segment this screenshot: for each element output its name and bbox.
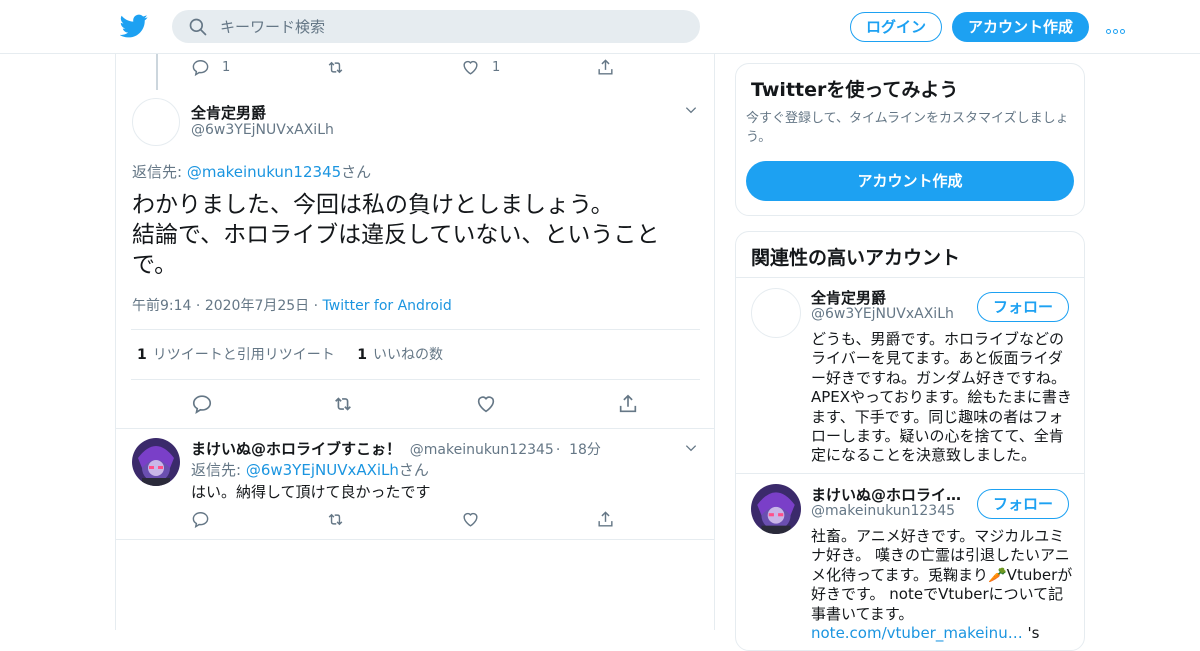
tweet-author-avatar[interactable] xyxy=(132,98,180,146)
account-name[interactable]: 全肯定男爵 xyxy=(811,287,971,308)
divider xyxy=(116,428,714,429)
reply-to-suffix: さん xyxy=(341,163,372,181)
reply-count: 1 xyxy=(222,60,231,75)
retweet-stat[interactable]: 1 リツイートと引用リツイート xyxy=(137,347,335,363)
tweet-date[interactable]: 2020年7月25日 xyxy=(205,298,309,314)
divider xyxy=(736,473,1084,474)
tweet-metadata: 午前9:14 · 2020年7月25日 · Twitter for Androi… xyxy=(132,298,452,314)
related-accounts-card: 関連性の高いアカウント 全肯定男爵 @6w3YEjNUVxAXiLh フォロー … xyxy=(735,231,1085,651)
account-name[interactable]: まけいぬ@ホロライブすこぉ！ xyxy=(811,484,971,505)
related-accounts-title: 関連性の高いアカウント xyxy=(751,247,961,269)
reply-author-handle[interactable]: @makeinukun12345 xyxy=(410,442,554,458)
tweet-source-link[interactable]: Twitter for Android xyxy=(323,298,452,314)
share-icon xyxy=(598,511,613,527)
reply-to-line: 返信先: @makeinukun12345さん xyxy=(132,161,371,182)
tweet-column: 1 1 全肯定男爵 @6w3YEjNUVxAXiLh 返信先: @makeinu… xyxy=(115,54,715,630)
heart-icon xyxy=(463,60,478,75)
retweet-button[interactable] xyxy=(326,510,345,529)
reply-to-line: 返信先: @6w3YEjNUVxAXiLhさん xyxy=(191,459,429,480)
reply-icon xyxy=(192,60,209,77)
retweet-icon xyxy=(328,513,343,526)
reply-header: まけいぬ@ホロライブすこぉ！ @makeinukun12345 · 18分 xyxy=(191,440,601,458)
signup-button[interactable]: アカウント作成 xyxy=(952,12,1089,42)
twitter-logo-icon[interactable] xyxy=(120,12,148,40)
tweet-author-handle[interactable]: @6w3YEjNUVxAXiLh xyxy=(191,122,334,138)
account-handle[interactable]: @6w3YEjNUVxAXiLh xyxy=(811,306,954,322)
more-options-icon[interactable] xyxy=(1106,19,1130,34)
like-button[interactable]: 1 xyxy=(461,58,500,77)
share-icon xyxy=(598,59,613,75)
divider xyxy=(131,329,700,330)
divider xyxy=(116,539,714,540)
reply-age[interactable]: 18分 xyxy=(569,442,601,458)
top-nav-bar: ログイン アカウント作成 xyxy=(0,0,1200,54)
reply-button[interactable]: 1 xyxy=(191,58,230,77)
signup-card-subtitle: 今すぐ登録して、タイムラインをカスタマイズしましょう。 xyxy=(746,111,1069,145)
reply-to-link[interactable]: @makeinukun12345 xyxy=(187,163,341,181)
reply-author-avatar[interactable] xyxy=(132,438,180,486)
like-stat[interactable]: 1 いいねの数 xyxy=(357,347,443,363)
account-handle[interactable]: @makeinukun12345 xyxy=(811,503,955,519)
reply-icon xyxy=(192,512,209,529)
follow-button[interactable]: フォロー xyxy=(977,292,1069,322)
login-button[interactable]: ログイン xyxy=(850,12,942,42)
reply-icon[interactable] xyxy=(191,393,213,415)
share-button[interactable] xyxy=(596,510,615,529)
reply-to-link[interactable]: @6w3YEjNUVxAXiLh xyxy=(246,461,399,479)
heart-icon[interactable] xyxy=(475,393,497,415)
tweet-stats: 1 リツイートと引用リツイート 1 いいねの数 xyxy=(137,344,443,364)
account-avatar[interactable] xyxy=(751,484,801,534)
divider xyxy=(736,277,1084,278)
search-bar[interactable] xyxy=(172,10,700,43)
signup-card-button[interactable]: アカウント作成 xyxy=(746,161,1074,201)
retweet-button[interactable] xyxy=(326,58,345,77)
account-avatar[interactable] xyxy=(751,288,801,338)
like-button[interactable] xyxy=(461,510,480,529)
search-input[interactable] xyxy=(220,10,680,43)
reply-author-name[interactable]: まけいぬ@ホロライブすこぉ！ xyxy=(191,440,401,458)
chevron-down-icon[interactable] xyxy=(684,103,698,117)
account-bio: 社畜。アニメ好きです。マジカルユミナ好き。 嘆きの亡霊は引退したいアニメ化待って… xyxy=(811,527,1073,643)
signup-card: Twitterを使ってみよう 今すぐ登録して、タイムラインをカスタマイズしましょ… xyxy=(735,63,1085,216)
share-button[interactable] xyxy=(596,58,615,77)
account-bio: どうも、男爵です。ホロライブなどのライバーを見てます。あと仮面ライダー好きですね… xyxy=(811,330,1072,465)
chevron-down-icon[interactable] xyxy=(684,441,698,455)
tweet-author-name[interactable]: 全肯定男爵 xyxy=(191,102,266,123)
share-icon[interactable] xyxy=(617,393,639,415)
reply-to-prefix: 返信先: xyxy=(191,461,246,479)
reply-button[interactable] xyxy=(191,510,210,529)
like-count: 1 xyxy=(492,60,501,75)
reply-to-suffix: さん xyxy=(398,461,429,479)
bio-link[interactable]: note.com/vtuber_makeinu… xyxy=(811,624,1023,642)
reply-text: はい。納得して頂けて良かったです xyxy=(191,483,431,501)
reply-to-prefix: 返信先: xyxy=(132,163,187,181)
tweet-text: わかりました、今回は私の負けとしましょう。 結論で、ホロライブは違反していない、… xyxy=(132,192,660,278)
heart-icon xyxy=(463,512,478,527)
search-icon xyxy=(189,18,207,36)
retweet-icon[interactable] xyxy=(332,393,354,415)
thread-connector-line xyxy=(156,54,158,90)
signup-card-title: Twitterを使ってみよう xyxy=(751,79,959,101)
tweet-time[interactable]: 午前9:14 xyxy=(132,298,191,314)
divider xyxy=(131,379,700,380)
retweet-icon xyxy=(328,61,343,74)
follow-button[interactable]: フォロー xyxy=(977,489,1069,519)
